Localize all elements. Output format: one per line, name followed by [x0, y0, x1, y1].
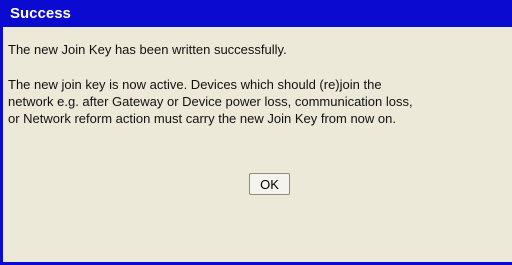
info-message-line: The new join key is now active. Devices … — [8, 77, 382, 92]
dialog-title: Success — [10, 5, 71, 22]
dialog-title-bar[interactable]: Success — [3, 0, 512, 27]
success-message: The new Join Key has been written succes… — [8, 42, 287, 57]
info-message-line: network e.g. after Gateway or Device pow… — [8, 94, 413, 109]
ok-button[interactable]: OK — [249, 173, 290, 195]
info-message: The new join key is now active. Devices … — [8, 76, 413, 127]
info-message-line: or Network reform action must carry the … — [8, 111, 396, 126]
success-dialog: Success The new Join Key has been writte… — [0, 0, 512, 265]
